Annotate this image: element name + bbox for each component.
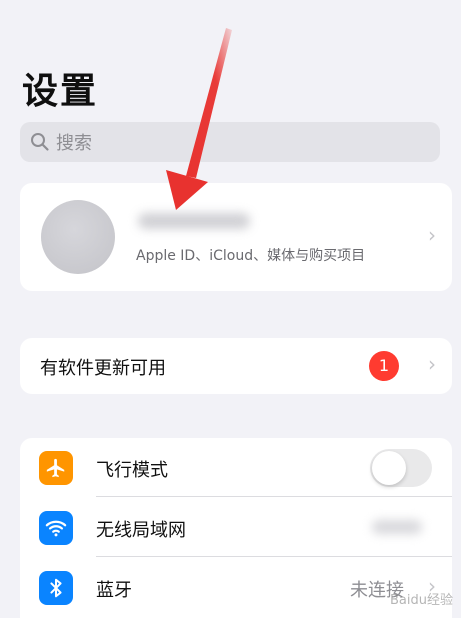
bluetooth-label: 蓝牙 <box>96 580 132 601</box>
chevron-right-icon: › <box>428 352 436 376</box>
airplane-icon <box>39 451 73 485</box>
divider <box>96 556 452 557</box>
apple-id-card[interactable]: Apple ID、iCloud、媒体与购买项目 › <box>20 183 452 291</box>
wifi-label: 无线局域网 <box>96 520 186 541</box>
search-placeholder: 搜索 <box>56 133 92 154</box>
page-title: 设置 <box>22 71 99 112</box>
toggle-knob <box>372 451 406 485</box>
search-bar[interactable]: 搜索 <box>20 122 440 162</box>
divider <box>96 496 452 497</box>
software-update-label: 有软件更新可用 <box>40 358 166 379</box>
wifi-icon <box>39 511 73 545</box>
wifi-network-blurred <box>372 520 422 534</box>
wifi-row[interactable]: 无线局域网 <box>20 498 452 556</box>
watermark: Baidu经验 <box>390 593 453 608</box>
notification-badge: 1 <box>369 351 399 381</box>
airplane-mode-label: 飞行模式 <box>96 460 168 481</box>
avatar <box>41 200 115 274</box>
software-update-row[interactable]: 有软件更新可用 1 › <box>20 338 452 394</box>
search-icon <box>31 133 49 151</box>
profile-subtitle: Apple ID、iCloud、媒体与购买项目 <box>136 248 366 264</box>
bluetooth-icon <box>39 571 73 605</box>
airplane-mode-row[interactable]: 飞行模式 <box>20 438 452 496</box>
airplane-mode-toggle[interactable] <box>370 449 432 487</box>
chevron-right-icon: › <box>428 223 436 247</box>
settings-group: 飞行模式 无线局域网 蓝牙 未连接 › <box>20 438 452 618</box>
bluetooth-row[interactable]: 蓝牙 未连接 › <box>20 558 452 616</box>
profile-name-blurred <box>138 213 250 229</box>
